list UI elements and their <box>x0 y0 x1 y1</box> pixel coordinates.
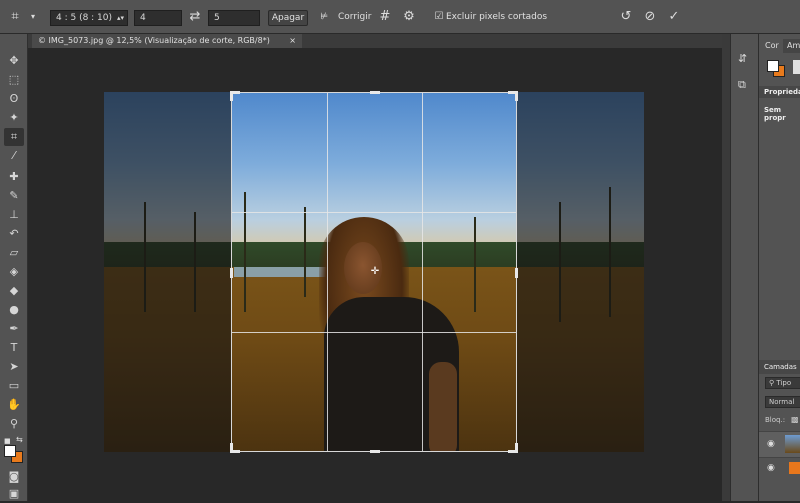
crop-grid-line <box>232 332 516 333</box>
eraser-tool-icon[interactable]: ▱ <box>4 244 24 262</box>
layers-header: Camadas <box>759 360 800 374</box>
width-input[interactable]: 4 <box>134 10 182 26</box>
zoom-tool-icon[interactable]: ⚲ <box>4 415 24 433</box>
gear-icon[interactable]: ⚙ <box>400 8 418 26</box>
crop-handle-right[interactable] <box>515 268 518 278</box>
blur-tool-icon[interactable]: ◆ <box>4 282 24 300</box>
path-selection-tool-icon[interactable]: ➤ <box>4 358 24 376</box>
crop-handle-top[interactable] <box>370 91 380 94</box>
history-panel-icon[interactable]: ⇵ <box>738 52 747 65</box>
pen-tool-icon[interactable]: ✒ <box>4 320 24 338</box>
swap-colors-icon[interactable]: ⇆ <box>16 435 24 444</box>
move-tool-icon[interactable]: ✥ <box>4 52 24 70</box>
history-brush-tool-icon[interactable]: ↶ <box>4 225 24 243</box>
tab-color[interactable]: Cor <box>761 39 783 53</box>
reset-icon[interactable]: ↺ <box>617 8 635 26</box>
panel-foreground-swatch[interactable] <box>767 60 779 72</box>
delete-cropped-label: Excluir pixels cortados <box>446 12 548 22</box>
blend-mode-select[interactable]: Normal <box>765 396 800 408</box>
straighten-icon[interactable]: ⊭ <box>315 8 333 26</box>
rectangle-tool-icon[interactable]: ▭ <box>4 377 24 395</box>
options-bar: ⌗ ▾ 4 : 5 (8 : 10) ▴▾ 4 ⇄ 5 Apagar ⊭ Cor… <box>0 0 800 34</box>
layer-row-photo[interactable]: ◉ <box>759 431 800 457</box>
default-colors-icon[interactable]: ■ <box>4 437 12 445</box>
dodge-tool-icon[interactable]: ● <box>4 301 24 319</box>
clear-button[interactable]: Apagar <box>268 10 308 26</box>
properties-title: Propriedad <box>764 88 800 96</box>
crop-tool-icon[interactable]: ⌗ <box>6 8 24 26</box>
eyedropper-tool-icon[interactable]: ⁄ <box>4 147 24 165</box>
overlay-grid-icon[interactable]: # <box>376 8 394 26</box>
lock-label: Bloq.: <box>765 416 786 424</box>
quick-mask-icon[interactable]: ◙ <box>4 468 24 486</box>
clone-stamp-tool-icon[interactable]: ⊥ <box>4 206 24 224</box>
tab-swatches[interactable]: Am <box>783 39 800 53</box>
type-tool-icon[interactable]: T <box>4 339 24 357</box>
crop-tool-icon[interactable]: ⌗ <box>4 128 24 146</box>
crop-grid-line <box>422 93 423 451</box>
screen-mode-icon[interactable]: ▣ <box>4 485 24 503</box>
layers-filter[interactable]: ⚲ Tipo <box>765 377 800 389</box>
tool-preset-chevron-icon[interactable]: ▾ <box>24 8 42 26</box>
crop-handle-bottom-right[interactable] <box>515 443 518 453</box>
hand-tool-icon[interactable]: ✋ <box>4 396 24 414</box>
straighten-label[interactable]: Corrigir <box>338 12 371 22</box>
layer-thumbnail <box>785 435 800 453</box>
color-ramp[interactable] <box>793 60 800 74</box>
layer-row-fill[interactable]: ◉ <box>759 457 800 479</box>
chevron-down-icon: ▴▾ <box>116 14 124 22</box>
layers-filter-label: Tipo <box>776 379 792 387</box>
swap-dimensions-icon[interactable]: ⇄ <box>186 8 204 26</box>
tab-layers[interactable]: Camadas <box>764 363 797 371</box>
healing-brush-tool-icon[interactable]: ✚ <box>4 168 24 186</box>
magic-wand-tool-icon[interactable]: ✦ <box>4 109 24 127</box>
commit-checkmark-icon[interactable]: ✓ <box>665 8 683 26</box>
brush-tool-icon[interactable]: ✎ <box>4 187 24 205</box>
close-icon[interactable]: × <box>289 34 296 48</box>
crop-handle-top-left[interactable] <box>230 91 233 101</box>
visibility-eye-icon[interactable]: ◉ <box>767 463 775 473</box>
crop-shield-left <box>104 92 231 452</box>
layer-thumbnail-fill <box>789 462 800 474</box>
height-input[interactable]: 5 <box>208 10 260 26</box>
lock-pixels-icon[interactable]: ▩ <box>791 415 799 424</box>
crop-handle-bottom-left[interactable] <box>230 443 233 453</box>
crop-handle-bottom[interactable] <box>370 450 380 453</box>
paint-bucket-tool-icon[interactable]: ◈ <box>4 263 24 281</box>
visibility-eye-icon[interactable]: ◉ <box>767 439 775 449</box>
crop-center-crosshair-icon: ✛ <box>370 266 380 277</box>
document-tabs: © IMG_5073.jpg @ 12,5% (Visualização de … <box>28 34 722 48</box>
panel-dock: ⇵ ⧉ <box>730 34 758 501</box>
properties-empty-text: Sem propr <box>764 106 786 122</box>
marquee-tool-icon[interactable]: ⬚ <box>4 71 24 89</box>
foreground-color-swatch[interactable] <box>4 445 16 457</box>
tools-panel: ✥ ⬚ ʘ ✦ ⌗ ⁄ ✚ ✎ ⊥ ↶ ▱ ◈ ◆ ● ✒ T ➤ ▭ ✋ ⚲ … <box>0 34 28 501</box>
document-tab[interactable]: © IMG_5073.jpg @ 12,5% (Visualização de … <box>32 34 302 48</box>
panels-column: Cor Am Propriedad Sem propr Camadas ⚲ Ti… <box>758 34 800 501</box>
cancel-icon[interactable]: ⊘ <box>641 8 659 26</box>
search-icon: ⚲ <box>769 379 775 387</box>
crop-shield-right <box>517 92 644 452</box>
canvas-scrollbar[interactable] <box>722 34 730 501</box>
document-tab-title: © IMG_5073.jpg @ 12,5% (Visualização de … <box>38 36 270 45</box>
ratio-preset-select[interactable]: 4 : 5 (8 : 10) ▴▾ <box>50 10 128 26</box>
actions-panel-icon[interactable]: ⧉ <box>738 78 746 92</box>
crop-grid-line <box>232 212 516 213</box>
crop-grid-line <box>327 93 328 451</box>
properties-header: Propriedad <box>759 86 800 98</box>
ratio-preset-value: 4 : 5 (8 : 10) <box>56 13 113 23</box>
lasso-tool-icon[interactable]: ʘ <box>4 90 24 108</box>
crop-handle-left[interactable] <box>230 268 233 278</box>
crop-handle-top-right[interactable] <box>515 91 518 101</box>
